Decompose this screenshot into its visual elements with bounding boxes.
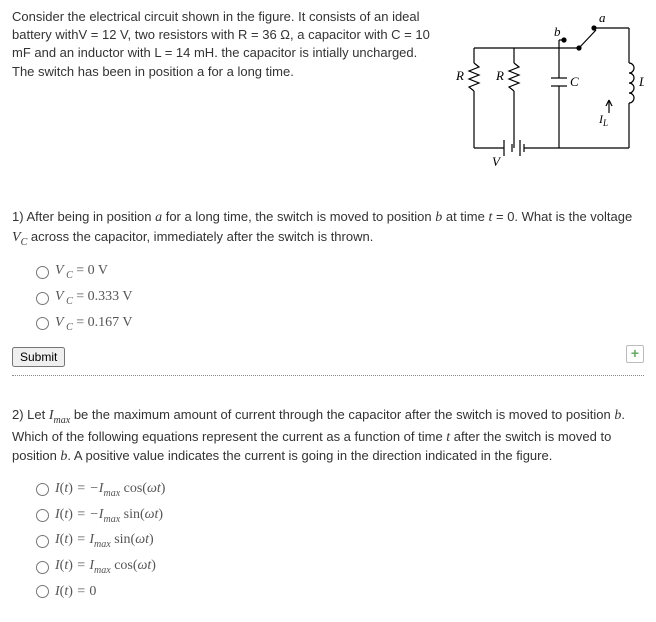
question-1: 1) After being in position a for a long … <box>12 208 644 376</box>
q2-option-e: I(t) = 0 <box>36 582 644 602</box>
q2-radio-c[interactable] <box>36 535 49 548</box>
q2-option-d: I(t) = Imax cos(ωt) <box>36 556 644 578</box>
q2-option-b: I(t) = −Imax sin(ωt) <box>36 505 644 527</box>
q1-radio-c[interactable] <box>36 317 49 330</box>
q2-option-a: I(t) = −Imax cos(ωt) <box>36 479 644 501</box>
label-v: V <box>492 154 502 169</box>
q1-option-a: V C = 0 V <box>36 261 644 283</box>
q2-radio-d[interactable] <box>36 561 49 574</box>
expand-icon[interactable]: + <box>626 345 644 363</box>
label-r2: R <box>495 68 504 83</box>
q1-radio-a[interactable] <box>36 266 49 279</box>
q2-radio-a[interactable] <box>36 483 49 496</box>
submit-button[interactable]: Submit <box>12 347 65 367</box>
label-a: a <box>599 10 606 25</box>
q2-radio-b[interactable] <box>36 509 49 522</box>
label-b: b <box>554 24 561 39</box>
q2-radio-e[interactable] <box>36 585 49 598</box>
q1-option-b: V C = 0.333 V <box>36 287 644 309</box>
intro-text: Consider the electrical circuit shown in… <box>12 8 432 178</box>
label-r1: R <box>455 68 464 83</box>
circuit-diagram: R R C L V a b IL <box>444 8 644 178</box>
question-2: 2) Let Imax be the maximum amount of cur… <box>12 406 644 614</box>
label-l: L <box>638 74 644 89</box>
q1-option-c: V C = 0.167 V <box>36 313 644 335</box>
label-c: C <box>570 74 579 89</box>
label-il: IL <box>598 112 608 128</box>
q2-option-c: I(t) = Imax sin(ωt) <box>36 530 644 552</box>
q1-text: 1) After being in position a for a long … <box>12 208 644 249</box>
q1-radio-b[interactable] <box>36 292 49 305</box>
q2-text: 2) Let Imax be the maximum amount of cur… <box>12 406 644 467</box>
